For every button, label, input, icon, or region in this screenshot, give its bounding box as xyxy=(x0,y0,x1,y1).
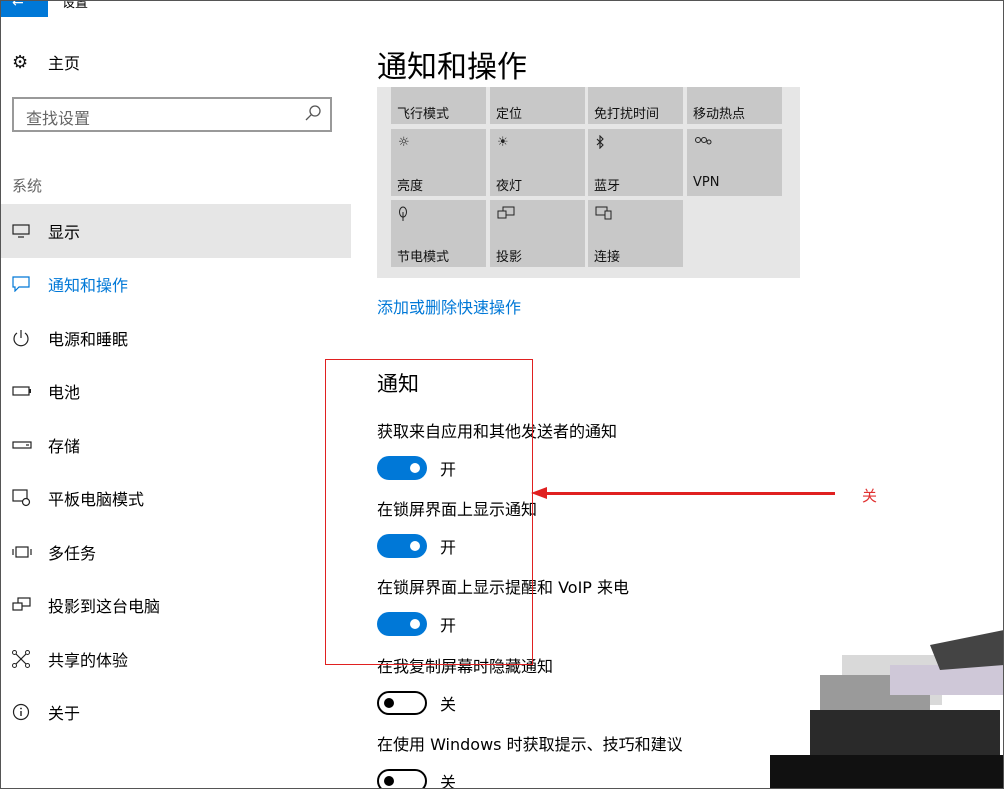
sidebar-item-label: 显示 xyxy=(48,222,81,242)
sidebar-item-label: 通知和操作 xyxy=(48,276,129,296)
sidebar-item-notifications[interactable]: 通知和操作 xyxy=(0,258,351,312)
project-icon xyxy=(12,595,36,615)
toggle-state: 关 xyxy=(440,773,457,789)
toggle-switch[interactable] xyxy=(377,691,427,715)
sidebar-item-shared-experience[interactable]: 共享的体验 xyxy=(0,632,351,686)
nav-list: 显示 通知和操作 电源和睡眠 电池 存储 平板电脑模式 多任务 投影到这台电脑 … xyxy=(0,204,351,739)
multitask-icon xyxy=(12,542,36,562)
quick-actions-panel: 飞行模式 定位 免打扰时间 移动热点 ☼ 亮度 ☀ 夜灯 蓝牙 VPN 节电模式… xyxy=(377,87,800,278)
section-label: 系统 xyxy=(12,177,43,195)
back-arrow-icon: ← xyxy=(12,0,24,11)
setting-label: 在使用 Windows 时获取提示、技巧和建议 xyxy=(377,735,683,754)
bluetooth-icon xyxy=(595,134,605,153)
back-button[interactable]: ← xyxy=(0,0,48,17)
quick-action-location[interactable]: 定位 xyxy=(490,87,585,124)
sidebar-item-label: 存储 xyxy=(48,436,81,456)
window-title: 设置 xyxy=(62,0,89,11)
sidebar-item-project[interactable]: 投影到这台电脑 xyxy=(0,579,351,633)
annotation-arrow-head xyxy=(531,487,547,499)
toggle-knob xyxy=(384,698,394,708)
quick-action-night-light[interactable]: ☀ 夜灯 xyxy=(490,129,585,196)
quick-action-label: 蓝牙 xyxy=(594,179,621,194)
message-icon xyxy=(12,274,36,294)
quick-action-label: 定位 xyxy=(496,107,523,122)
sidebar-item-label: 多任务 xyxy=(48,543,97,563)
quick-action-label: 夜灯 xyxy=(496,179,523,194)
sidebar-item-battery[interactable]: 电池 xyxy=(0,365,351,419)
quick-action-label: 连接 xyxy=(594,250,621,265)
sidebar-item-label: 关于 xyxy=(48,704,81,724)
quick-action-label: 飞行模式 xyxy=(397,107,450,122)
sidebar-item-storage[interactable]: 存储 xyxy=(0,418,351,472)
annotation-text: 关 xyxy=(862,487,878,505)
sidebar-item-tablet-mode[interactable]: 平板电脑模式 xyxy=(0,472,351,526)
battery-saver-icon xyxy=(398,206,408,226)
sidebar-item-power[interactable]: 电源和睡眠 xyxy=(0,311,351,365)
sidebar-item-label: 平板电脑模式 xyxy=(48,490,145,510)
vpn-icon xyxy=(694,135,712,151)
sidebar-item-label: 电源和睡眠 xyxy=(48,329,129,349)
brightness-icon: ☼ xyxy=(398,135,410,150)
quick-action-label: 亮度 xyxy=(397,179,424,194)
shared-experience-icon xyxy=(12,649,36,669)
annotation-arrow xyxy=(545,492,835,495)
search-input[interactable]: 查找设置 xyxy=(26,105,90,129)
quick-action-label: VPN xyxy=(693,175,720,190)
quick-action-hotspot[interactable]: 移动热点 xyxy=(687,87,782,124)
tablet-mode-icon xyxy=(12,488,36,508)
connect-icon xyxy=(595,206,613,224)
quick-action-project[interactable]: 投影 xyxy=(490,200,585,267)
monitor-icon xyxy=(12,221,36,241)
quick-action-bluetooth[interactable]: 蓝牙 xyxy=(588,129,683,196)
night-light-icon: ☀ xyxy=(497,135,509,150)
quick-action-label: 节电模式 xyxy=(397,250,450,265)
highlight-box xyxy=(325,359,533,665)
sidebar-item-multitasking[interactable]: 多任务 xyxy=(0,525,351,579)
power-icon xyxy=(12,328,36,348)
page-title: 通知和操作 xyxy=(377,50,527,85)
quick-action-airplane[interactable]: 飞行模式 xyxy=(391,87,486,124)
battery-icon xyxy=(12,381,36,401)
sidebar-item-about[interactable]: 关于 xyxy=(0,686,351,740)
sidebar-item-label: 共享的体验 xyxy=(48,650,129,670)
search-icon[interactable] xyxy=(304,104,322,122)
storage-icon xyxy=(12,435,36,455)
toggle-knob xyxy=(384,776,394,786)
sidebar-item-label: 投影到这台电脑 xyxy=(48,597,161,617)
quick-action-label: 免打扰时间 xyxy=(594,107,660,122)
sidebar-item-display[interactable]: 显示 xyxy=(0,204,351,258)
toggle-switch[interactable] xyxy=(377,769,427,789)
watermark-logo xyxy=(750,625,1004,789)
search-box[interactable]: 查找设置 xyxy=(12,97,332,132)
info-icon xyxy=(12,702,36,722)
home-label: 主页 xyxy=(48,54,81,73)
quick-action-label: 移动热点 xyxy=(693,107,746,122)
quick-action-quiet-hours[interactable]: 免打扰时间 xyxy=(588,87,683,124)
quick-action-battery-saver[interactable]: 节电模式 xyxy=(391,200,486,267)
quick-action-label: 投影 xyxy=(496,250,523,265)
quick-action-vpn[interactable]: VPN xyxy=(687,129,782,196)
sidebar: ⚙ 主页 查找设置 系统 显示 通知和操作 电源和睡眠 电池 存储 平板电脑模式… xyxy=(0,30,351,789)
home-link[interactable]: ⚙ 主页 xyxy=(12,50,80,74)
gear-icon: ⚙ xyxy=(12,51,29,73)
quick-action-brightness[interactable]: ☼ 亮度 xyxy=(391,129,486,196)
setting-tips-tricks: 在使用 Windows 时获取提示、技巧和建议 关 xyxy=(377,731,683,789)
sidebar-item-label: 电池 xyxy=(48,383,81,403)
project-icon xyxy=(497,206,515,224)
toggle-state: 关 xyxy=(440,695,457,714)
quick-action-connect[interactable]: 连接 xyxy=(588,200,683,267)
add-remove-quick-actions-link[interactable]: 添加或删除快速操作 xyxy=(377,294,521,318)
